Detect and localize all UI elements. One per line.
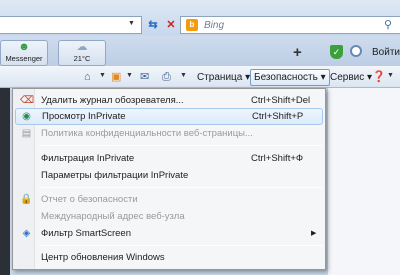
menu-item-delete-history[interactable]: ⌫ Удалить журнал обозревателя... Ctrl+Sh… xyxy=(15,92,323,109)
mail-icon[interactable]: ✉ xyxy=(140,69,149,85)
weather-label: 21°C xyxy=(73,54,91,63)
smartscreen-icon: ◈ xyxy=(22,228,31,239)
security-menu-button[interactable]: Безопасность ▾ xyxy=(250,69,330,86)
menu-item-label: Фильтрация InPrivate xyxy=(41,153,135,164)
security-menu-label: Безопасность xyxy=(254,72,318,83)
menu-item-security-report[interactable]: 🔒 Отчет о безопасности xyxy=(15,191,323,208)
menu-separator xyxy=(39,187,323,188)
menu-item-label: Отчет о безопасности xyxy=(41,194,138,205)
page-edge xyxy=(0,88,10,275)
menu-item-shortcut: Ctrl+Shift+P xyxy=(252,111,304,122)
page-menu-label: Страница xyxy=(197,72,243,83)
service-menu-label: Сервис xyxy=(330,72,365,83)
shield-icon[interactable]: ✓ xyxy=(330,45,343,59)
help-icon[interactable]: ❓ xyxy=(372,69,386,85)
menu-item-international-address[interactable]: Международный адрес веб-узла xyxy=(15,208,323,225)
page-menu-button[interactable]: Страница ▾ xyxy=(193,69,254,86)
inprivate-icon: ◉ xyxy=(22,111,31,122)
menu-item-label: Центр обновления Windows xyxy=(41,252,165,263)
print-dropdown-icon[interactable]: ▼ xyxy=(180,72,187,79)
search-icon[interactable]: ⚲ xyxy=(384,18,392,31)
rss-dropdown-icon[interactable]: ▼ xyxy=(126,72,133,79)
menu-item-label: Удалить журнал обозревателя... xyxy=(41,95,184,106)
menu-item-label: Просмотр InPrivate xyxy=(42,111,126,122)
print-icon[interactable]: ⎙ xyxy=(162,69,171,85)
messenger-button[interactable]: ☻ Messenger xyxy=(0,40,48,66)
lock-icon: 🔒 xyxy=(20,194,33,205)
menu-item-label: Международный адрес веб-узла xyxy=(41,211,185,222)
menu-item-shortcut: Ctrl+Shift+Ф xyxy=(251,153,304,164)
rss-icon[interactable]: ▣ xyxy=(111,69,121,85)
menu-item-label: Политика конфиденциальности веб-страницы… xyxy=(41,128,253,139)
submenu-arrow-icon: ▶ xyxy=(311,230,317,237)
home-icon[interactable]: ⌂ xyxy=(84,69,91,85)
page-content xyxy=(328,88,400,275)
menu-item-privacy-policy[interactable]: ▤ Политика конфиденциальности веб-страни… xyxy=(15,125,323,142)
weather-button[interactable]: ☁ 21°C xyxy=(58,40,106,66)
menu-item-windows-update[interactable]: Центр обновления Windows xyxy=(15,249,323,266)
menu-item-shortcut: Ctrl+Shift+Del xyxy=(251,95,311,106)
stop-icon[interactable]: ✕ xyxy=(164,18,178,32)
refresh-icon[interactable]: ⇆ xyxy=(146,18,160,32)
messenger-label: Messenger xyxy=(5,54,43,63)
delete-history-icon: ⌫ xyxy=(20,95,35,106)
menu-item-smartscreen[interactable]: ◈ Фильтр SmartScreen ▶ xyxy=(15,225,323,242)
bing-logo-icon: b xyxy=(186,19,198,31)
menu-item-inprivate-filter-settings[interactable]: Параметры фильтрации InPrivate xyxy=(15,167,323,184)
address-dropdown-icon[interactable]: ▼ xyxy=(128,20,138,30)
help-dropdown-icon[interactable]: ▼ xyxy=(387,72,394,79)
new-tab-button[interactable]: + xyxy=(293,44,302,61)
address-field[interactable] xyxy=(0,16,142,34)
menu-item-label: Фильтр SmartScreen xyxy=(41,228,131,239)
privacy-policy-icon: ▤ xyxy=(21,128,32,139)
menu-item-inprivate-filtering[interactable]: Фильтрация InPrivate Ctrl+Shift+Ф xyxy=(15,150,323,167)
service-menu-button[interactable]: Сервис ▾ xyxy=(326,69,376,86)
login-icon[interactable] xyxy=(350,45,362,57)
menu-item-inprivate[interactable]: ◉ Просмотр InPrivate Ctrl+Shift+P xyxy=(15,108,323,125)
menu-separator xyxy=(39,145,323,146)
login-button[interactable]: Войти xyxy=(372,47,400,58)
messenger-icon: ☻ xyxy=(18,41,30,53)
search-engine-label: Bing xyxy=(204,20,225,31)
security-dropdown-menu: ⌫ Удалить журнал обозревателя... Ctrl+Sh… xyxy=(12,88,326,270)
cloud-icon: ☁ xyxy=(76,41,88,53)
home-dropdown-icon[interactable]: ▼ xyxy=(99,72,106,79)
menu-item-label: Параметры фильтрации InPrivate xyxy=(41,170,189,181)
menu-separator xyxy=(39,245,323,246)
